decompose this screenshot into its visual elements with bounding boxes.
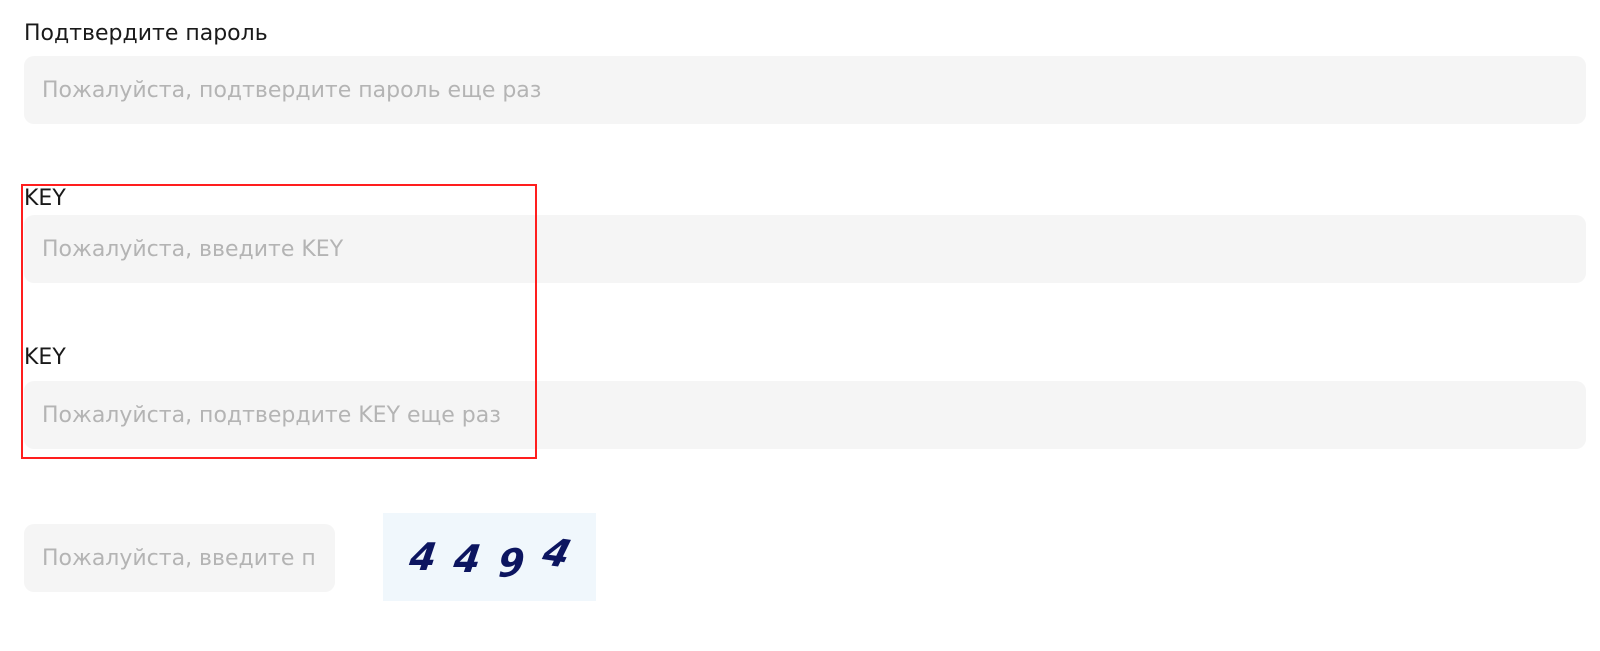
captcha-char: 4 <box>406 535 440 579</box>
key-label: KEY <box>24 186 66 211</box>
captcha-char: 4 <box>537 529 576 577</box>
captcha-input[interactable] <box>24 524 335 592</box>
confirm-key-label: KEY <box>24 345 66 370</box>
confirm-password-label: Подтвердите пароль <box>24 21 268 46</box>
registration-form: Подтвердите пароль KEY KEY 4 4 9 4 <box>0 0 1600 651</box>
confirm-password-input[interactable] <box>24 56 1586 124</box>
captcha-char: 9 <box>496 539 526 587</box>
captcha-code: 4 4 9 4 <box>406 529 576 586</box>
confirm-key-input[interactable] <box>24 381 1586 449</box>
captcha-image[interactable]: 4 4 9 4 <box>383 513 596 601</box>
key-input[interactable] <box>24 215 1586 283</box>
captcha-char: 4 <box>450 537 484 581</box>
